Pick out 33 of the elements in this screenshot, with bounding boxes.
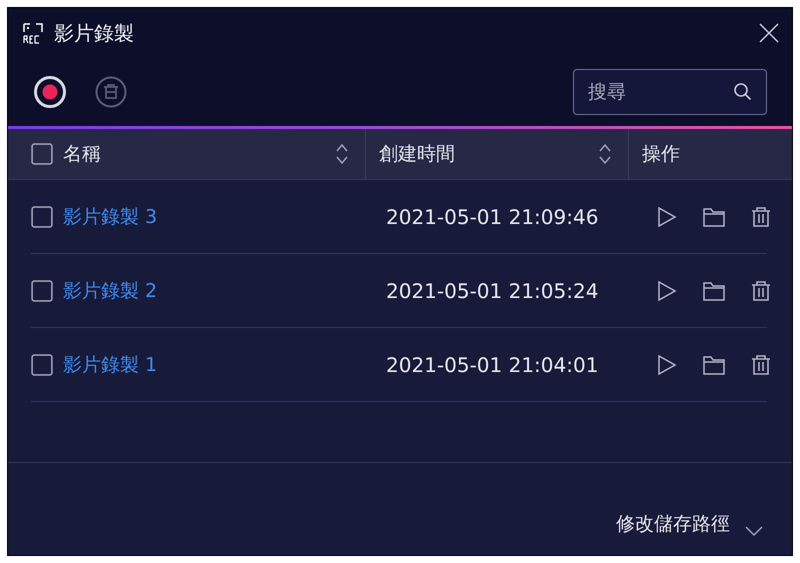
search-field[interactable]: 搜尋: [573, 69, 767, 115]
record-button[interactable]: [33, 75, 67, 109]
checkbox[interactable]: [31, 143, 53, 165]
checkbox[interactable]: [31, 206, 53, 228]
chevron-down-icon[interactable]: [744, 525, 764, 537]
play-icon[interactable]: [656, 280, 678, 302]
created-time: 2021-05-01 21:05:24: [386, 278, 600, 302]
rec-icon: [22, 22, 44, 44]
search-icon[interactable]: [733, 82, 753, 102]
sort-icon[interactable]: [598, 142, 612, 166]
recording-name[interactable]: 影片錄製 1: [63, 352, 158, 378]
play-icon[interactable]: [656, 206, 678, 228]
created-time: 2021-05-01 21:04:01: [386, 352, 600, 376]
column-header: 名稱: [63, 142, 101, 167]
close-icon[interactable]: [758, 22, 780, 44]
created-time: 2021-05-01 21:09:46: [386, 204, 600, 228]
play-icon[interactable]: [656, 354, 678, 376]
trash-icon[interactable]: [750, 206, 772, 228]
window-title: 影片錄製: [54, 20, 134, 46]
trash-icon[interactable]: [750, 354, 772, 376]
checkbox[interactable]: [31, 280, 53, 302]
trash-icon[interactable]: [750, 280, 772, 302]
folder-icon[interactable]: [702, 354, 726, 376]
sort-icon[interactable]: [335, 142, 349, 166]
folder-icon[interactable]: [702, 206, 726, 228]
folder-icon[interactable]: [702, 280, 726, 302]
recording-name[interactable]: 影片錄製 2: [63, 278, 158, 304]
change-save-path-link[interactable]: 修改儲存路徑: [616, 511, 730, 537]
column-header: 創建時間: [379, 142, 455, 167]
delete-icon[interactable]: [95, 76, 127, 108]
recording-name[interactable]: 影片錄製 3: [63, 204, 158, 230]
checkbox[interactable]: [31, 354, 53, 376]
column-header: 操作: [642, 142, 680, 167]
